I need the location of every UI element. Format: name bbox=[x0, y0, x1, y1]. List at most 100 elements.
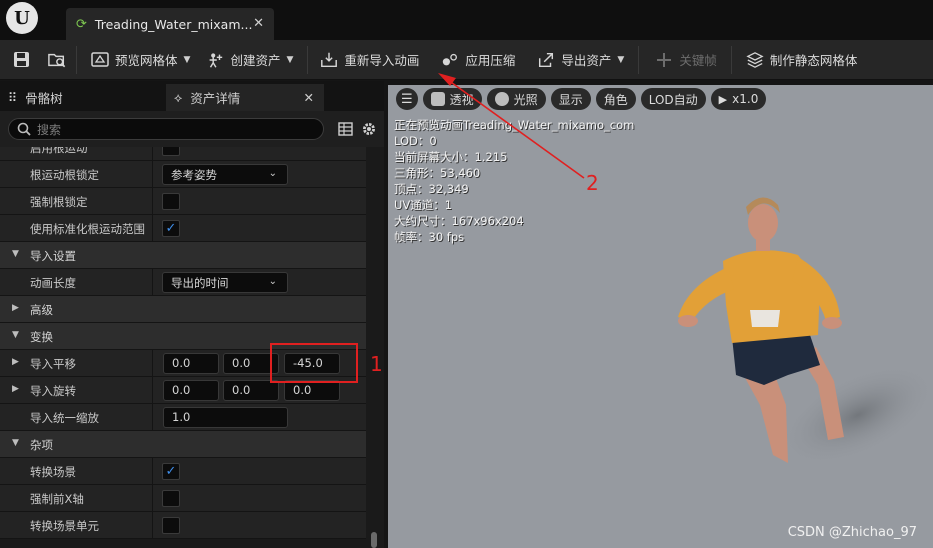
settings-gear-icon[interactable] bbox=[360, 120, 378, 138]
export-asset-button[interactable]: 导出资产 ▼ bbox=[523, 40, 632, 80]
chevron-down-icon: ⌄ bbox=[268, 168, 277, 179]
tab-asset-details-label: 资产详情 bbox=[190, 91, 241, 106]
column-divider bbox=[152, 188, 153, 215]
keyframe-button[interactable]: 关键帧 bbox=[639, 40, 725, 80]
create-asset-icon bbox=[206, 51, 224, 69]
lod-button[interactable]: LOD自动 bbox=[640, 88, 706, 110]
close-tab-icon[interactable]: ✕ bbox=[253, 16, 264, 31]
property-row: 强制前X轴 bbox=[0, 485, 366, 512]
character-button[interactable]: 角色 bbox=[595, 88, 636, 110]
search-icon bbox=[17, 122, 31, 136]
collapsed-arrow-icon[interactable]: ▶ bbox=[12, 357, 19, 367]
viewport-toolbar: ☰ 透视 光照 显示 角色 LOD自动 ▶ x1.0 bbox=[388, 85, 933, 113]
category-label: 变换 bbox=[30, 330, 53, 344]
expand-arrow-icon: ▼ bbox=[12, 438, 19, 448]
folder-search-icon bbox=[48, 51, 66, 69]
annotation-label-2: 2 bbox=[586, 171, 599, 195]
property-label: 导入平移 bbox=[30, 357, 76, 371]
tab-skeleton-tree[interactable]: ⠿ 骨骼树 bbox=[0, 84, 165, 111]
create-asset-button[interactable]: 创建资产 ▼ bbox=[198, 40, 301, 80]
convert-scene-unit-checkbox[interactable] bbox=[162, 517, 180, 534]
category-import-settings[interactable]: ▼ 导入设置 bbox=[0, 242, 366, 269]
column-divider bbox=[152, 458, 153, 485]
root-motion-lock-value: 参考姿势 bbox=[171, 167, 217, 182]
property-row: 使用标准化根运动范围 ✓ bbox=[0, 215, 366, 242]
expand-arrow-icon: ▼ bbox=[12, 249, 19, 259]
playback-speed-button[interactable]: ▶ x1.0 bbox=[710, 88, 767, 110]
root-motion-lock-select[interactable]: 参考姿势 ⌄ bbox=[162, 164, 288, 185]
play-icon: ▶ bbox=[718, 92, 728, 106]
column-divider bbox=[152, 485, 153, 512]
preview-mesh-icon bbox=[91, 51, 109, 69]
save-button[interactable] bbox=[0, 40, 40, 80]
reimport-animation-button[interactable]: 重新导入动画 bbox=[308, 40, 427, 80]
close-icon[interactable]: ✕ bbox=[304, 90, 314, 105]
category-advanced[interactable]: ▶ 高级 bbox=[0, 296, 366, 323]
chevron-down-icon: ⌄ bbox=[268, 276, 277, 287]
column-divider bbox=[152, 404, 153, 431]
details-scrollbar[interactable] bbox=[366, 147, 384, 548]
category-misc[interactable]: ▼ 杂项 bbox=[0, 431, 366, 458]
import-translation-x[interactable]: 0.0 bbox=[163, 353, 219, 374]
force-root-lock-checkbox[interactable] bbox=[162, 193, 180, 210]
chevron-down-icon: ▼ bbox=[286, 54, 294, 65]
chevron-down-icon: ▼ bbox=[183, 54, 191, 65]
column-divider bbox=[152, 161, 153, 188]
browse-asset-button[interactable] bbox=[40, 40, 76, 80]
apply-compression-button[interactable]: 应用压缩 bbox=[427, 40, 523, 80]
apply-compression-label: 应用压缩 bbox=[465, 53, 516, 68]
cube-icon bbox=[430, 92, 445, 106]
property-row: 启用根运动 bbox=[0, 147, 366, 161]
show-button[interactable]: 显示 bbox=[550, 88, 591, 110]
lit-mode-button[interactable]: 光照 bbox=[486, 88, 546, 110]
enable-root-motion-checkbox[interactable] bbox=[162, 147, 180, 156]
preview-mesh-button[interactable]: 预览网格体 ▼ bbox=[77, 40, 198, 80]
scrollbar-thumb[interactable] bbox=[371, 532, 377, 548]
stat-preview-animation: 正在预览动画Treading_Water_mixamo_com bbox=[394, 118, 635, 132]
lit-mode-label: 光照 bbox=[513, 92, 538, 107]
preview-viewport[interactable]: ☰ 透视 光照 显示 角色 LOD自动 ▶ x1.0 正在预览动画Treadin… bbox=[388, 85, 933, 548]
viewport-menu-button[interactable]: ☰ bbox=[396, 88, 418, 110]
category-label: 导入设置 bbox=[30, 249, 76, 263]
column-divider bbox=[152, 377, 153, 404]
asset-details-icon: ⟡ bbox=[174, 89, 183, 105]
property-label: 启用根运动 bbox=[30, 147, 88, 155]
property-row: 转换场景单元 bbox=[0, 512, 366, 539]
property-row: 转换场景 ✓ bbox=[0, 458, 366, 485]
import-uniform-scale-field[interactable]: 1.0 bbox=[163, 407, 288, 428]
skeleton-tree-icon: ⠿ bbox=[8, 90, 18, 105]
column-divider bbox=[152, 350, 153, 377]
perspective-label: 透视 bbox=[449, 92, 474, 107]
convert-scene-checkbox[interactable]: ✓ bbox=[162, 463, 180, 480]
normalized-root-motion-checkbox[interactable]: ✓ bbox=[162, 220, 180, 237]
export-icon bbox=[537, 51, 555, 69]
stat-lod: LOD：0 bbox=[394, 134, 437, 148]
animation-length-select[interactable]: 导出的时间 ⌄ bbox=[162, 272, 288, 293]
property-label: 转换场景 bbox=[30, 465, 76, 479]
playback-speed-label: x1.0 bbox=[732, 92, 759, 106]
unreal-logo-icon[interactable]: U bbox=[6, 2, 38, 34]
ue-animation-editor: U ⟳ Treading_Water_mixam... ✕ 预览网格体 ▼ 创建… bbox=[0, 0, 933, 548]
show-label: 显示 bbox=[558, 92, 583, 107]
asset-tab[interactable]: ⟳ Treading_Water_mixam... ✕ bbox=[66, 8, 274, 40]
collapsed-arrow-icon[interactable]: ▶ bbox=[12, 384, 19, 394]
table-view-icon[interactable] bbox=[336, 120, 354, 138]
property-label: 导入旋转 bbox=[30, 384, 76, 398]
property-label: 强制根锁定 bbox=[30, 195, 88, 209]
stat-approx-size: 大约尺寸：167x96x204 bbox=[394, 214, 524, 228]
import-rotation-x[interactable]: 0.0 bbox=[163, 380, 219, 401]
import-rotation-z[interactable]: 0.0 bbox=[284, 380, 340, 401]
details-panel: ⠿ 骨骼树 ⟡ 资产详情 ✕ 搜索 启用根运动 根运动根锁定 参考姿势 ⌄ 强制… bbox=[0, 81, 384, 548]
preview-mesh-label: 预览网格体 bbox=[115, 53, 178, 68]
force-front-x-axis-checkbox[interactable] bbox=[162, 490, 180, 507]
make-static-mesh-button[interactable]: 制作静态网格体 bbox=[732, 40, 866, 80]
import-rotation-y[interactable]: 0.0 bbox=[223, 380, 279, 401]
perspective-button[interactable]: 透视 bbox=[422, 88, 482, 110]
tab-asset-details[interactable]: ⟡ 资产详情 ✕ bbox=[166, 84, 324, 111]
reimport-animation-label: 重新导入动画 bbox=[344, 53, 420, 68]
collapsed-arrow-icon: ▶ bbox=[12, 303, 19, 313]
search-input[interactable]: 搜索 bbox=[8, 118, 324, 140]
panel-tab-bar: ⠿ 骨骼树 ⟡ 资产详情 ✕ bbox=[0, 81, 384, 111]
main-toolbar: 预览网格体 ▼ 创建资产 ▼ 重新导入动画 应用压缩 导出资产 ▼ 关键帧 制作… bbox=[0, 40, 933, 80]
character-label: 角色 bbox=[603, 92, 628, 107]
